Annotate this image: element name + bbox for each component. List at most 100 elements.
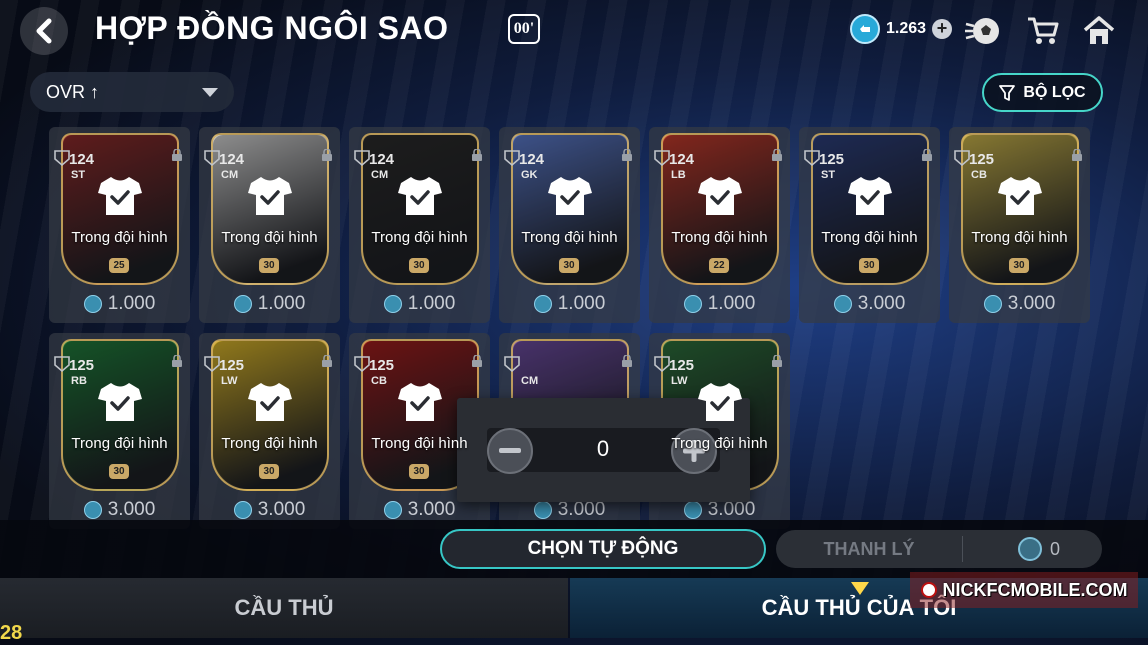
coin-icon	[383, 501, 402, 519]
title-badge: 00'	[508, 14, 540, 44]
player-position: ST	[71, 169, 86, 181]
player-position: CB	[971, 169, 987, 181]
filter-label: BỘ LỌC	[1023, 83, 1086, 101]
top-bar: HỢP ĐỒNG NGÔI SAO 00' 1.263 +	[0, 0, 1148, 62]
lock-icon	[622, 355, 632, 367]
cart-icon[interactable]	[1024, 12, 1062, 50]
player-card[interactable]: 125 ST Trong đội hình 30 3.000	[799, 127, 940, 323]
tab-players[interactable]: CẦU THỦ	[0, 578, 568, 638]
price-value: 1.000	[257, 293, 306, 314]
player-ovr: 124	[369, 151, 395, 168]
player-card[interactable]: 124 LB Trong đội hình 22 1.000	[649, 127, 790, 323]
minus-icon	[499, 448, 521, 453]
player-ovr: 125	[669, 357, 695, 374]
player-ovr: 124	[69, 151, 95, 168]
coin-icon	[83, 501, 102, 519]
player-card[interactable]: 124 CM Trong đội hình 30 1.000	[199, 127, 340, 323]
corner-number: 28	[0, 622, 23, 644]
player-card[interactable]: 125 CB Trong đội hình 30 3.000	[949, 127, 1090, 323]
auto-select-button[interactable]: CHỌN TỰ ĐỘNG	[440, 529, 766, 569]
filter-icon	[999, 84, 1016, 101]
player-level: 30	[1009, 258, 1029, 273]
coin-icon	[383, 295, 402, 313]
price-value: 3.000	[707, 499, 756, 520]
player-card[interactable]: 125 RB Trong đội hình 30 3.000	[49, 333, 190, 529]
price-value: 3.000	[257, 499, 306, 520]
coin-amount: 1.263	[886, 20, 927, 37]
player-ovr: 125	[69, 357, 95, 374]
in-squad-label: Trong đội hình	[821, 229, 918, 246]
lock-icon	[172, 355, 182, 367]
quantity-value[interactable]: 0	[547, 436, 659, 462]
lock-icon	[172, 149, 182, 161]
decrease-button[interactable]	[487, 428, 533, 474]
in-squad-label: Trong đội hình	[71, 229, 168, 246]
player-level: 30	[409, 464, 429, 479]
player-ovr: 124	[519, 151, 545, 168]
coin-icon	[83, 295, 102, 313]
in-squad-label: Trong đội hình	[521, 229, 618, 246]
player-price: 3.000	[649, 499, 790, 521]
price-value: 1.000	[557, 293, 606, 314]
add-coins-icon[interactable]: +	[932, 19, 953, 39]
player-ovr: 125	[219, 357, 245, 374]
player-level: 30	[259, 258, 279, 273]
price-value: 3.000	[557, 499, 606, 520]
player-price: 3.000	[349, 499, 490, 521]
player-price: 1.000	[349, 293, 490, 315]
lock-icon	[622, 149, 632, 161]
filter-button[interactable]: BỘ LỌC	[982, 73, 1103, 112]
player-position: CM	[221, 169, 239, 181]
player-level: 25	[109, 258, 129, 273]
in-squad-label: Trong đội hình	[221, 229, 318, 246]
sell-count: 0	[1050, 539, 1061, 559]
sort-label: OVR ↑	[46, 81, 100, 102]
price-value: 3.000	[107, 499, 156, 520]
coin-balance: 1.263 +	[850, 14, 953, 44]
dropdown-arrow-icon	[202, 87, 218, 97]
page-title: HỢP ĐỒNG NGÔI SAO	[95, 10, 449, 46]
player-price: 1.000	[199, 293, 340, 315]
price-value: 1.000	[107, 293, 156, 314]
in-squad-label: Trong đội hình	[371, 229, 468, 246]
chevron-left-icon	[36, 18, 52, 44]
price-value: 1.000	[407, 293, 456, 314]
player-ovr: 125	[369, 357, 395, 374]
player-position: ST	[821, 169, 836, 181]
shirt-check-icon	[98, 177, 142, 215]
coin-icon	[683, 295, 702, 313]
sort-dropdown[interactable]: OVR ↑	[30, 72, 234, 112]
club-badge-icon	[504, 356, 520, 373]
player-position: CB	[371, 375, 387, 387]
player-position: RB	[71, 375, 87, 387]
player-price: 3.000	[49, 499, 190, 521]
price-value: 3.000	[407, 499, 456, 520]
player-position: CM	[521, 375, 539, 387]
shirt-check-icon	[848, 177, 892, 215]
watermark-text: NICKFCMOBILE.COM	[942, 579, 1128, 600]
player-level: 22	[709, 258, 729, 273]
player-price: 1.000	[49, 293, 190, 315]
player-ovr: 124	[219, 151, 245, 168]
player-card[interactable]: 125 LW Trong đội hình 30 3.000	[199, 333, 340, 529]
in-squad-label: Trong đội hình	[971, 229, 1068, 246]
player-card[interactable]: 124 CM Trong đội hình 30 1.000	[349, 127, 490, 323]
sell-button[interactable]: THANH LÝ 0	[776, 530, 1102, 568]
shirt-check-icon	[248, 177, 292, 215]
player-level: 30	[109, 464, 129, 479]
back-button[interactable]	[20, 7, 68, 55]
player-card[interactable]: 124 ST Trong đội hình 25 1.000	[49, 127, 190, 323]
ball-icon[interactable]	[964, 12, 1002, 50]
coin-icon	[533, 501, 552, 519]
lock-icon	[772, 149, 782, 161]
shirt-check-icon	[398, 177, 442, 215]
player-price: 3.000	[499, 499, 640, 521]
player-level: 30	[259, 464, 279, 479]
player-ovr: 125	[969, 151, 995, 168]
price-value: 1.000	[707, 293, 756, 314]
player-card[interactable]: 124 GK Trong đội hình 30 1.000	[499, 127, 640, 323]
player-ovr: 125	[819, 151, 845, 168]
home-icon[interactable]	[1080, 12, 1118, 50]
coin-icon	[1018, 537, 1042, 561]
shirt-check-icon	[548, 177, 592, 215]
